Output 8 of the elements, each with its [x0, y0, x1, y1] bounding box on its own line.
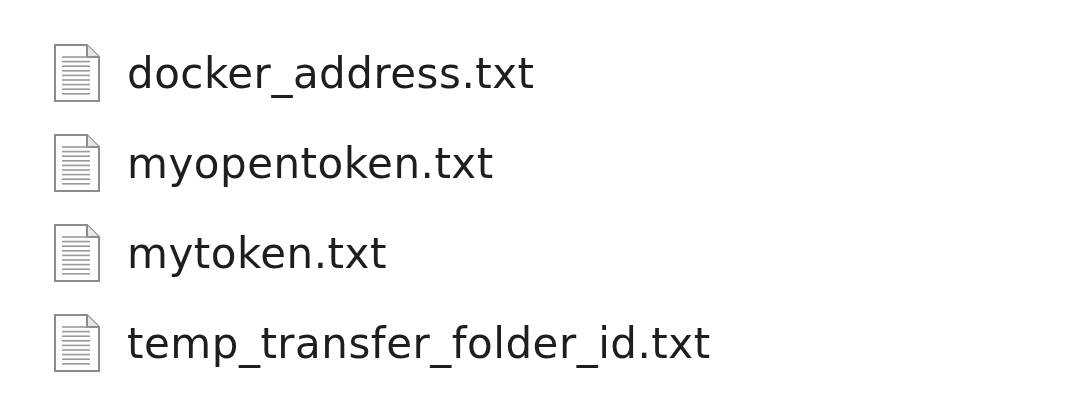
text-file-icon — [53, 133, 101, 193]
text-file-icon — [53, 313, 101, 373]
text-file-icon — [53, 43, 101, 103]
text-file-icon — [53, 223, 101, 283]
file-name[interactable]: docker_address.txt — [127, 48, 535, 98]
file-name[interactable]: myopentoken.txt — [127, 138, 494, 188]
file-name[interactable]: mytoken.txt — [127, 228, 387, 278]
file-name[interactable]: temp_transfer_folder_id.txt — [127, 318, 711, 368]
